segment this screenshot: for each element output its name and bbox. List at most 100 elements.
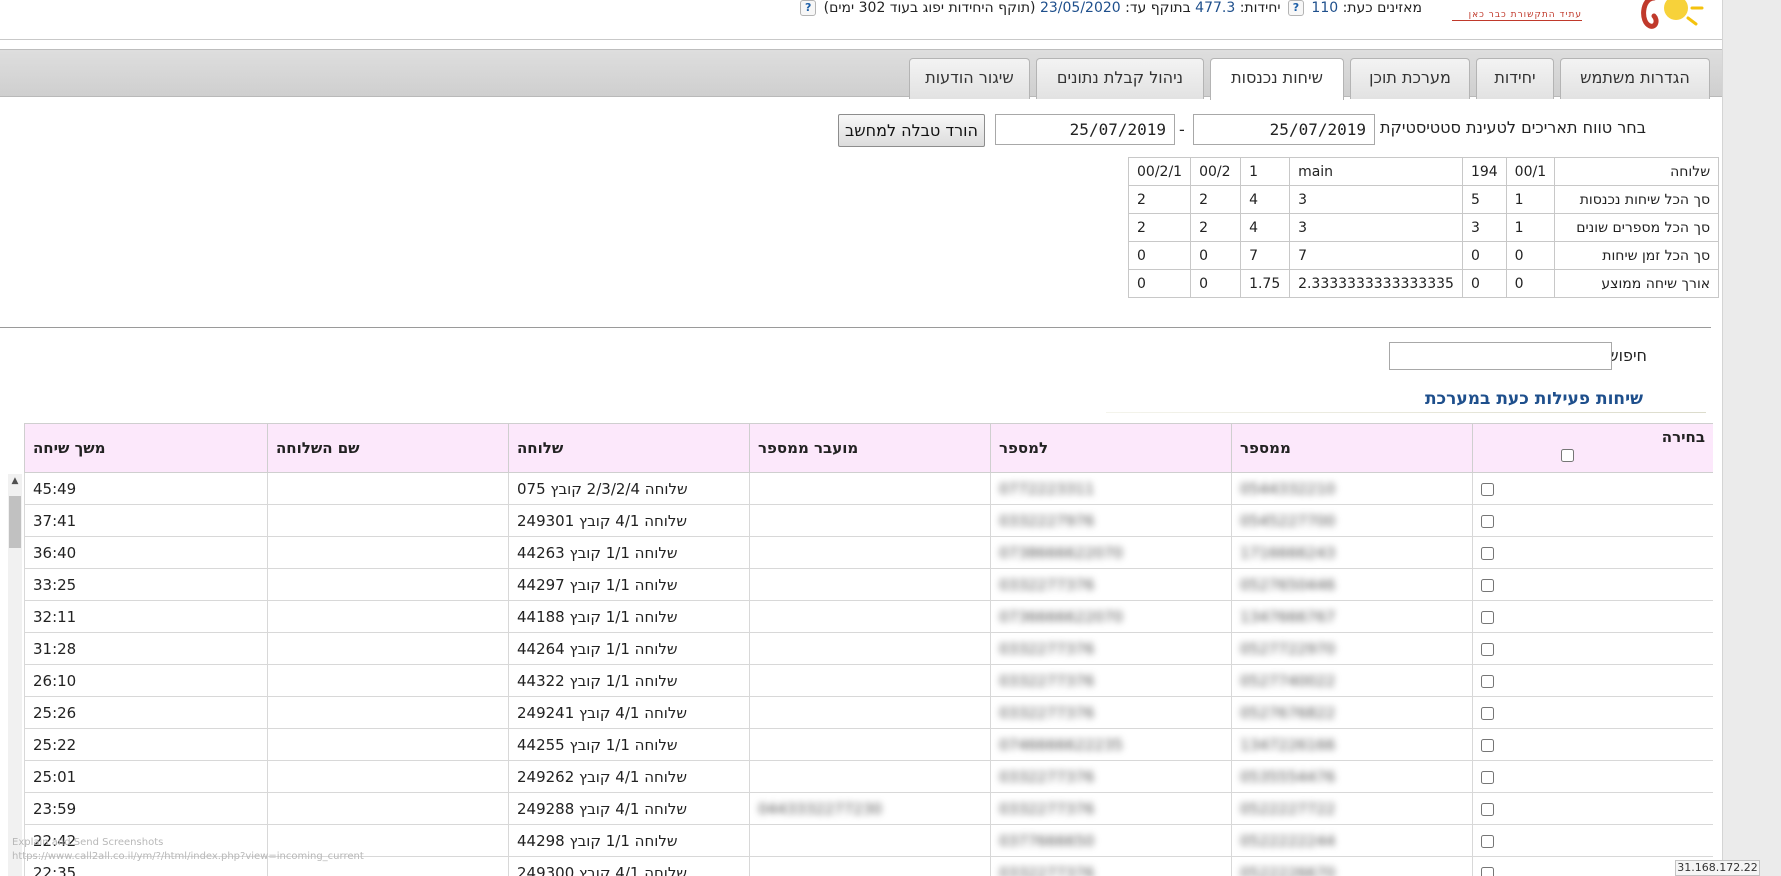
row-checkbox[interactable] xyxy=(1481,834,1494,848)
table-row[interactable]: 0527722970 0332277376 שלוחה 1/1 קובץ 44264… xyxy=(24,632,1713,665)
tab-content-system[interactable]: מערכת תוכן xyxy=(1350,58,1470,99)
download-table-button[interactable]: הורד טבלה למחשב xyxy=(838,114,985,147)
extension-cell: שלוחה 1/1 קובץ 44255 xyxy=(508,728,750,761)
extension-name-cell xyxy=(267,760,509,793)
stats-cell: 0 xyxy=(1505,269,1556,298)
row-select-cell xyxy=(1472,824,1713,857)
units-label: יחידות: xyxy=(1239,0,1281,16)
row-checkbox[interactable] xyxy=(1481,578,1494,592)
forwarded-number-cell: 0443332277230 xyxy=(749,792,991,825)
logo-tagline: עתיד התקשורת כבר כאן xyxy=(1452,10,1582,21)
title-underline xyxy=(1106,412,1706,413)
account-status-line: מאזינים כעת: 110 ? יחידות: 477.3 בתוקף ע… xyxy=(797,0,1422,16)
vertical-scrollbar[interactable]: ▲ xyxy=(8,474,22,876)
overlay-title: Explain and Send Screenshots xyxy=(12,837,164,848)
column-header-duration[interactable]: משך שיחה xyxy=(24,423,268,473)
tab-incoming-calls[interactable]: שיחות נכנסות xyxy=(1210,58,1344,100)
tab-send-messages[interactable]: שיגור הודעות xyxy=(909,58,1030,99)
from-number-cell-text: 0522222244 xyxy=(1240,831,1336,850)
column-header-to[interactable]: למספר xyxy=(990,423,1232,473)
tab-units[interactable]: יחידות xyxy=(1476,58,1554,99)
extension-cell-text: שלוחה 1/1 קובץ 44263 xyxy=(517,543,678,562)
help-icon[interactable]: ? xyxy=(1287,0,1304,16)
forwarded-number-cell-text: 0443332277230 xyxy=(758,799,883,818)
listeners-label: מאזינים כעת: xyxy=(1342,0,1422,16)
table-row[interactable]: 0527650446 0332277376 שלוחה 1/1 קובץ 44297… xyxy=(24,568,1713,601)
expiry-note: (תוקף היחידות יפוג בעוד 302 ימים) xyxy=(823,0,1036,16)
stats-cell: main xyxy=(1289,157,1463,186)
table-row[interactable]: 0535554476 0332277376 שלוחה 4/1 קובץ 24926… xyxy=(24,760,1713,793)
forwarded-number-cell xyxy=(749,600,991,633)
row-checkbox[interactable] xyxy=(1481,866,1494,876)
row-checkbox[interactable] xyxy=(1481,770,1494,784)
from-number-cell: 0527676822 xyxy=(1231,696,1473,729)
table-header-row: בחירה ממספר למספר מועבר ממספר שלוחה שם ה… xyxy=(24,423,1713,473)
column-header-from[interactable]: ממספר xyxy=(1231,423,1473,473)
extension-cell: שלוחה 4/1 קובץ 249300 xyxy=(508,856,750,876)
column-header-extension-name[interactable]: שם השלוחה xyxy=(267,423,509,473)
stats-cell: 2 xyxy=(1127,213,1192,242)
table-row[interactable]: 0522227722 0332277376 0443332277230 שלוחה 4… xyxy=(24,792,1713,825)
row-checkbox[interactable] xyxy=(1481,482,1494,496)
row-select-cell xyxy=(1472,728,1713,761)
table-row[interactable]: 1716666243 0738666622070 שלוחה 1/1 קובץ 44… xyxy=(24,536,1713,569)
duration-cell-text: 25:01 xyxy=(33,767,77,786)
duration-cell-text: 25:22 xyxy=(33,735,77,754)
extension-name-cell xyxy=(267,600,509,633)
date-to-input[interactable]: 25/07/2019 xyxy=(995,114,1175,145)
table-row[interactable]: 0544332210 0772223311 שלוחה 2/3/2/4 קובץ 0… xyxy=(24,472,1713,505)
stats-cell: 194 xyxy=(1461,157,1507,186)
to-number-cell-text: 0332277376 xyxy=(999,799,1095,818)
extension-name-cell xyxy=(267,664,509,697)
table-row[interactable]: 1347226166 0746666622235 שלוחה 1/1 קובץ 44… xyxy=(24,728,1713,761)
from-number-cell-text: 0527650446 xyxy=(1240,575,1336,594)
table-row[interactable]: 0527740022 0332277376 שלוחה 1/1 קובץ 44322… xyxy=(24,664,1713,697)
table-row[interactable]: 1347666767 0736666622070 שלוחה 1/1 קובץ 44… xyxy=(24,600,1713,633)
forwarded-number-cell xyxy=(749,632,991,665)
stats-row-header: סך הכל מספרים שונים xyxy=(1554,213,1720,242)
column-header-extension[interactable]: שלוחה xyxy=(508,423,750,473)
to-number-cell-text: 0738666622070 xyxy=(999,543,1124,562)
free-search-input[interactable] xyxy=(1389,342,1612,370)
column-header-forwarded[interactable]: מועבר ממספר xyxy=(749,423,991,473)
row-checkbox[interactable] xyxy=(1481,514,1494,528)
tab-user-settings[interactable]: הגדרות משתמש xyxy=(1560,58,1710,99)
table-row[interactable]: 0527676822 0332277376 שלוחה 4/1 קובץ 24924… xyxy=(24,696,1713,729)
help-icon[interactable]: ? xyxy=(800,0,817,16)
scrollbar-thumb[interactable] xyxy=(9,496,21,548)
duration-cell: 25:01 xyxy=(24,760,268,793)
extension-cell: שלוחה 1/1 קובץ 44188 xyxy=(508,600,750,633)
from-number-cell: 1716666243 xyxy=(1231,536,1473,569)
to-number-cell-text: 0772223311 xyxy=(999,479,1095,498)
row-checkbox[interactable] xyxy=(1481,642,1494,656)
row-checkbox[interactable] xyxy=(1481,546,1494,560)
forwarded-number-cell xyxy=(749,568,991,601)
tab-data-collection[interactable]: ניהול קבלת נתונים xyxy=(1036,58,1204,99)
section-divider xyxy=(0,327,1711,328)
row-checkbox[interactable] xyxy=(1481,738,1494,752)
row-checkbox[interactable] xyxy=(1481,706,1494,720)
extension-name-cell xyxy=(267,792,509,825)
row-checkbox[interactable] xyxy=(1481,802,1494,816)
from-number-cell-text: 0545227700 xyxy=(1240,511,1336,530)
stats-cell: 3 xyxy=(1461,213,1507,242)
row-checkbox[interactable] xyxy=(1481,610,1494,624)
from-number-cell: 0545227700 xyxy=(1231,504,1473,537)
duration-cell-text: 36:40 xyxy=(33,543,77,562)
from-number-cell: 0527722970 xyxy=(1231,632,1473,665)
forwarded-number-cell xyxy=(749,536,991,569)
stats-cell: 00/1 xyxy=(1505,157,1556,186)
active-calls-table-wrapper[interactable]: בחירה ממספר למספר מועבר ממספר שלוחה שם ה… xyxy=(24,423,1713,876)
scroll-up-arrow-icon[interactable]: ▲ xyxy=(8,474,22,488)
duration-cell: 37:41 xyxy=(24,504,268,537)
to-number-cell: 0332277376 xyxy=(990,696,1232,729)
row-checkbox[interactable] xyxy=(1481,674,1494,688)
listeners-value: 110 xyxy=(1311,0,1339,16)
stats-cell: 2 xyxy=(1190,185,1242,214)
stats-cell: 00/2/1 xyxy=(1127,157,1192,186)
duration-cell-text: 26:10 xyxy=(33,671,77,690)
extension-cell: שלוחה 1/1 קובץ 44263 xyxy=(508,536,750,569)
table-row[interactable]: 0545227700 0332227976 שלוחה 4/1 קובץ 24930… xyxy=(24,504,1713,537)
date-from-input[interactable]: 25/07/2019 xyxy=(1193,114,1375,145)
select-all-checkbox[interactable] xyxy=(1560,449,1574,462)
